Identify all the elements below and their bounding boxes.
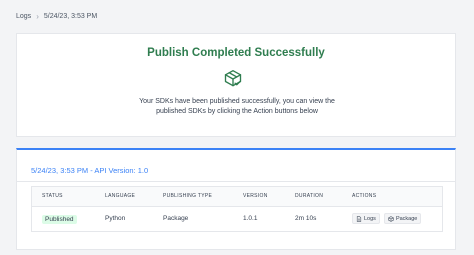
breadcrumb: Logs › 5/24/23, 3:53 PM — [16, 12, 97, 21]
status-badge: Published — [42, 215, 77, 224]
package-icon — [388, 215, 394, 222]
file-icon — [356, 215, 362, 222]
cell-version: 1.0.1 — [243, 215, 258, 222]
table-header: STATUS LANGUAGE PUBLISHING TYPE VERSION … — [32, 187, 442, 207]
breadcrumb-current: 5/24/23, 3:53 PM — [43, 13, 98, 20]
success-message: Your SDKs have been published successful… — [139, 98, 335, 115]
breadcrumb-separator: › — [36, 12, 39, 21]
logs-button[interactable]: Logs — [352, 213, 380, 224]
divider — [17, 181, 455, 182]
package-button[interactable]: Package — [383, 213, 422, 224]
column-version: VERSION — [243, 193, 268, 199]
column-status: STATUS — [42, 193, 63, 199]
column-actions: ACTIONS — [352, 193, 377, 199]
cell-duration: 2m 10s — [295, 215, 317, 222]
row-actions: Logs Package — [352, 213, 422, 224]
publish-success-card: Publish Completed Successfully Your SDKs… — [16, 33, 456, 137]
breadcrumb-logs-link[interactable]: Logs — [16, 13, 31, 20]
column-language: LANGUAGE — [105, 193, 136, 199]
success-title: Publish Completed Successfully — [147, 47, 325, 59]
column-publishing-type: PUBLISHING TYPE — [163, 193, 213, 199]
cell-language: Python — [105, 215, 126, 222]
package-check-icon — [224, 70, 242, 87]
cell-publishing-type: Package — [163, 215, 189, 222]
package-button-label: Package — [395, 215, 418, 222]
column-duration: DURATION — [295, 193, 324, 199]
history-title: 5/24/23, 3:53 PM - API Version: 1.0 — [31, 166, 149, 175]
publish-table: STATUS LANGUAGE PUBLISHING TYPE VERSION … — [31, 186, 443, 232]
logs-button-label: Logs — [364, 215, 376, 222]
publish-history-card: 5/24/23, 3:53 PM - API Version: 1.0 STAT… — [16, 148, 456, 250]
table-row: Published Python Package 1.0.1 2m 10s Lo… — [32, 207, 442, 231]
